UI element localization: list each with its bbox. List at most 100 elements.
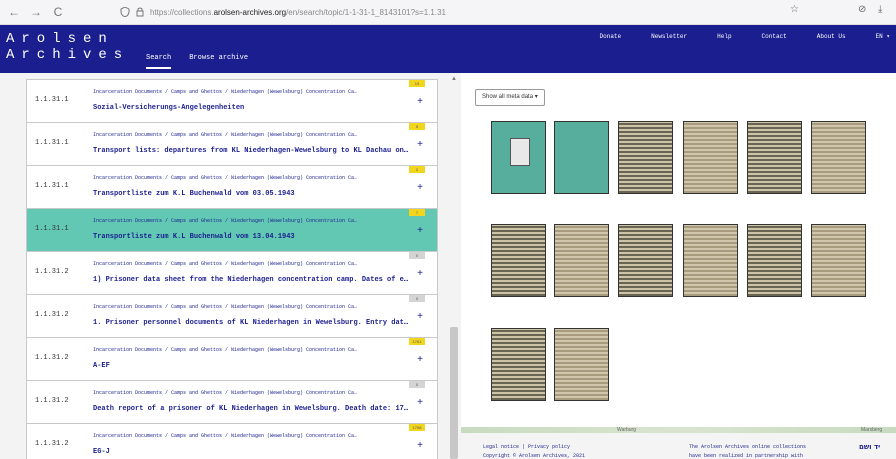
result-id: 1.1.31.2 [35, 311, 69, 319]
count-badge: 0 [409, 381, 425, 388]
result-title[interactable]: EG-J [93, 448, 110, 456]
scrollbar-thumb[interactable] [450, 327, 458, 459]
expand-plus-icon[interactable]: + [417, 182, 423, 193]
result-row[interactable]: 1.1.31.1 Incarceration Documents / Camps … [26, 79, 438, 123]
count-badge: 1761 [409, 338, 425, 345]
count-badge: 1758 [409, 424, 425, 431]
result-title[interactable]: 1. Prisoner personnel documents of KL Ni… [93, 319, 408, 327]
result-id: 1.1.31.2 [35, 268, 69, 276]
arolsen-logo[interactable]: Arolsen Archives [6, 31, 129, 63]
bookmark-star-icon[interactable]: ☆ [790, 4, 799, 20]
url-bar[interactable]: https://collections. arolsen-archives.org… [120, 4, 770, 20]
result-path: Incarceration Documents / Camps and Ghet… [93, 175, 358, 181]
results-pane: 1.1.31.1 Incarceration Documents / Camps … [0, 73, 448, 459]
document-thumbnail[interactable] [491, 121, 546, 194]
download-icon[interactable]: ⤓ [878, 4, 882, 20]
scroll-up-icon[interactable]: ▲ [451, 76, 457, 82]
expand-plus-icon[interactable]: + [417, 440, 423, 451]
footer-partner-text-2: have been realized in partnership with [689, 453, 804, 459]
result-title[interactable]: Death report of a prisoner of KL Niederh… [93, 405, 408, 413]
document-thumbnail[interactable] [618, 121, 673, 194]
show-meta-data-button[interactable]: Show all meta data ▾ [475, 89, 545, 106]
result-path: Incarceration Documents / Camps and Ghet… [93, 390, 358, 396]
footer-copyright: Copyright © Arolsen Archives, 2021 [483, 453, 586, 459]
count-badge: 0 [409, 295, 425, 302]
document-thumbnail[interactable] [747, 121, 802, 194]
expand-plus-icon[interactable]: + [417, 225, 423, 236]
forward-icon[interactable]: → [28, 4, 44, 20]
document-thumbnail[interactable] [554, 121, 609, 194]
result-id: 1.1.31.2 [35, 397, 69, 405]
pocket-icon[interactable]: ⊘ [858, 4, 866, 20]
document-thumbnail[interactable] [811, 121, 866, 194]
document-thumbnail[interactable] [683, 121, 738, 194]
url-path: /en/search/topic/1-1-31-1_8143101?s=1.1.… [286, 7, 446, 17]
document-thumbnail[interactable] [554, 224, 609, 297]
browser-toolbar: ← → C https://collections. arolsen-archiv… [0, 0, 896, 25]
nav-browse-archive[interactable]: Browse archive [189, 54, 248, 69]
result-title[interactable]: Sozial-Versicherungs-Angelegenheiten [93, 104, 244, 112]
document-thumbnail[interactable] [491, 224, 546, 297]
document-thumbnail[interactable] [618, 224, 673, 297]
reload-icon[interactable]: C [50, 4, 66, 20]
document-thumbnail[interactable] [491, 328, 546, 401]
link-help[interactable]: Help [717, 33, 731, 40]
count-badge: 5 [409, 123, 425, 130]
footer: Legal notice | Privacy policy Copyright … [461, 433, 896, 459]
result-title[interactable]: Transport lists: departures from KL Nied… [93, 147, 408, 155]
result-row[interactable]: 1.1.31.1 Incarceration Documents / Camps … [26, 209, 438, 252]
result-id: 1.1.31.1 [35, 96, 69, 104]
result-id: 1.1.31.1 [35, 139, 69, 147]
document-thumbnail[interactable] [683, 224, 738, 297]
expand-plus-icon[interactable]: + [417, 96, 423, 107]
url-prefix: https://collections. [150, 7, 214, 17]
result-path: Incarceration Documents / Camps and Ghet… [93, 433, 358, 439]
shield-icon [120, 7, 130, 17]
expand-plus-icon[interactable]: + [417, 354, 423, 365]
top-links: Donate Newsletter Help Contact About Us … [600, 33, 896, 40]
yad-vashem-logo[interactable]: יד ושם [859, 443, 880, 451]
link-donate[interactable]: Donate [600, 33, 622, 40]
result-path: Incarceration Documents / Camps and Ghet… [93, 89, 358, 95]
document-thumbnail[interactable] [554, 328, 609, 401]
result-title[interactable]: 1) Prisoner data sheet from the Niederha… [93, 276, 408, 284]
language-select[interactable]: EN ▾ [876, 33, 890, 40]
logo-line-1: Arolsen [6, 31, 114, 47]
url-domain: arolsen-archives.org [213, 7, 287, 17]
back-icon[interactable]: ← [6, 4, 22, 20]
result-row[interactable]: 1.1.31.2 Incarceration Documents / Camps … [26, 252, 438, 295]
link-about-us[interactable]: About Us [817, 33, 846, 40]
main-nav: Search Browse archive [146, 54, 248, 69]
document-sheet [510, 138, 530, 166]
result-row[interactable]: 1.1.31.2 Incarceration Documents / Camps … [26, 424, 438, 459]
result-path: Incarceration Documents / Camps and Ghet… [93, 218, 358, 224]
link-contact[interactable]: Contact [762, 33, 787, 40]
results-list: 1.1.31.1 Incarceration Documents / Camps … [26, 79, 438, 459]
result-row[interactable]: 1.1.31.2 Incarceration Documents / Camps … [26, 338, 438, 381]
footer-partner-text-1: The Arolsen Archives online collections [689, 444, 807, 450]
result-row[interactable]: 1.1.31.2 Incarceration Documents / Camps … [26, 381, 438, 424]
link-newsletter[interactable]: Newsletter [651, 33, 687, 40]
result-path: Incarceration Documents / Camps and Ghet… [93, 261, 358, 267]
result-row[interactable]: 1.1.31.1 Incarceration Documents / Camps … [26, 166, 438, 209]
document-thumbnail[interactable] [811, 224, 866, 297]
expand-plus-icon[interactable]: + [417, 397, 423, 408]
document-thumbnail[interactable] [747, 224, 802, 297]
result-title[interactable]: A-EF [93, 362, 110, 370]
expand-plus-icon[interactable]: + [417, 311, 423, 322]
site-header: Arolsen Archives Search Browse archive D… [0, 25, 896, 73]
nav-search[interactable]: Search [146, 54, 172, 69]
result-title[interactable]: Transportliste zum K.L Buchenwald vom 03… [93, 190, 295, 198]
result-row[interactable]: 1.1.31.2 Incarceration Documents / Camps … [26, 295, 438, 338]
footer-links[interactable]: Legal notice | Privacy policy [483, 444, 570, 450]
expand-plus-icon[interactable]: + [417, 268, 423, 279]
scrollbar[interactable]: ▲ [448, 73, 461, 459]
logo-line-2: Archives [6, 47, 130, 63]
expand-plus-icon[interactable]: + [417, 139, 423, 150]
result-path: Incarceration Documents / Camps and Ghet… [93, 347, 358, 353]
result-id: 1.1.31.2 [35, 354, 69, 362]
result-id: 1.1.31.1 [35, 225, 69, 233]
result-row[interactable]: 1.1.31.1 Incarceration Documents / Camps … [26, 123, 438, 166]
result-title[interactable]: Transportliste zum K.L Buchenwald vom 13… [93, 233, 295, 241]
count-badge: 2 [409, 166, 425, 173]
